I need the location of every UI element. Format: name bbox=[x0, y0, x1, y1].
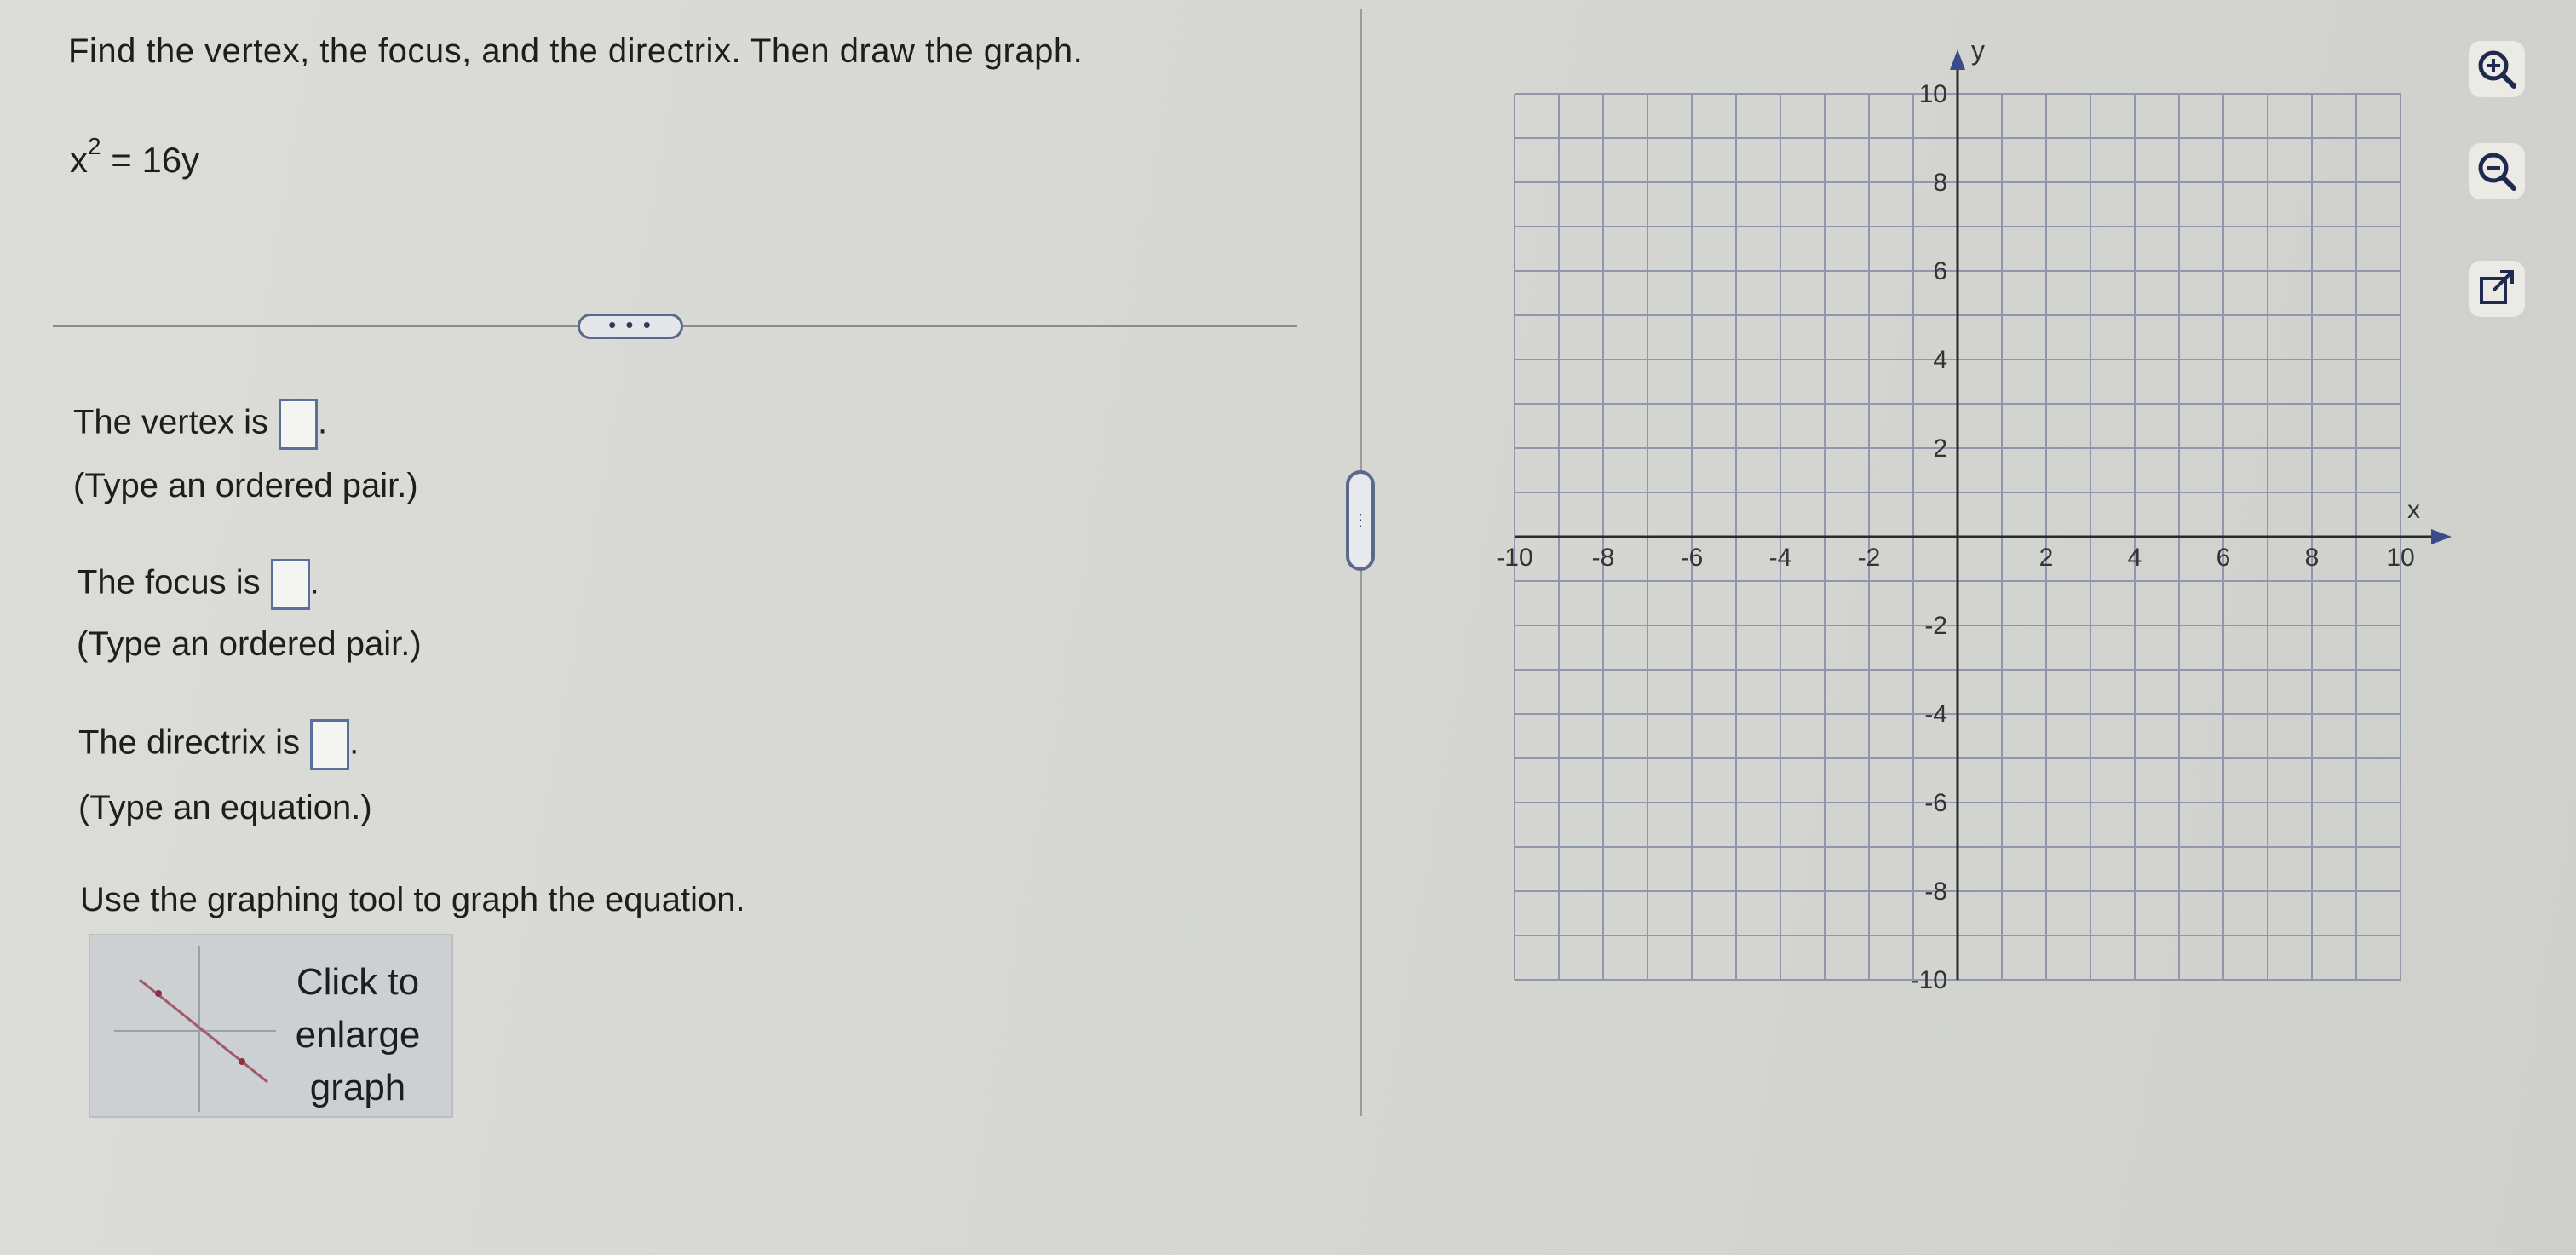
equation-base: x bbox=[70, 140, 88, 180]
problem-equation: x2 = 16y bbox=[70, 133, 200, 181]
thumbnail-line-3: graph bbox=[309, 1067, 406, 1108]
x-tick-label: -2 bbox=[1858, 544, 1881, 572]
x-tick-label: -4 bbox=[1769, 544, 1792, 572]
x-tick-label: 4 bbox=[2128, 544, 2142, 572]
y-tick-label: -6 bbox=[1924, 789, 1947, 817]
zoom-in-icon bbox=[2478, 50, 2516, 89]
thumbnail-line-2: enlarge bbox=[295, 1014, 421, 1056]
enlarge-graph-text[interactable]: Click to enlarge graph bbox=[281, 956, 434, 1114]
y-tick-label: 10 bbox=[1919, 80, 1947, 108]
focus-label: The focus is bbox=[77, 563, 261, 602]
x-tick-label: -10 bbox=[1496, 544, 1532, 572]
y-tick-label: 2 bbox=[1933, 435, 1947, 463]
more-options-button[interactable]: • • • bbox=[578, 314, 683, 339]
x-axis-arrow bbox=[2431, 529, 2452, 544]
x-axis-label: x bbox=[2407, 496, 2420, 524]
x-tick-labels: -10 -8 -6 -4 -2 2 4 6 8 10 bbox=[1496, 544, 2414, 572]
y-tick-label: 8 bbox=[1933, 169, 1947, 197]
x-tick-label: 8 bbox=[2305, 544, 2320, 572]
x-tick-label: 6 bbox=[2217, 544, 2231, 572]
y-tick-label: -8 bbox=[1924, 878, 1947, 906]
thumbnail-line-1: Click to bbox=[296, 961, 420, 1003]
zoom-out-button[interactable] bbox=[2469, 143, 2525, 199]
directrix-label: The directrix is bbox=[78, 723, 301, 762]
focus-hint: (Type an ordered pair.) bbox=[77, 625, 422, 663]
y-tick-label: -2 bbox=[1924, 612, 1947, 640]
y-tick-label: 6 bbox=[1933, 257, 1947, 285]
thumbnail-graph-icon bbox=[114, 946, 276, 1112]
focus-row: The focus is. bbox=[77, 559, 319, 610]
open-external-button[interactable] bbox=[2469, 261, 2525, 317]
directrix-hint: (Type an equation.) bbox=[78, 789, 372, 826]
vertex-period: . bbox=[317, 403, 328, 441]
y-tick-label: 4 bbox=[1933, 346, 1947, 374]
x-tick-label: -6 bbox=[1681, 544, 1704, 572]
y-axis-label: y bbox=[1971, 35, 1985, 66]
enlarge-graph-thumbnail[interactable]: Click to enlarge graph bbox=[89, 934, 453, 1118]
x-tick-label: 2 bbox=[2039, 544, 2054, 572]
zoom-in-button[interactable] bbox=[2469, 41, 2525, 97]
pane-splitter-handle[interactable]: ⋮ bbox=[1346, 470, 1375, 571]
directrix-answer-box[interactable] bbox=[310, 719, 350, 770]
y-tick-label: -10 bbox=[1911, 966, 1947, 994]
zoom-out-icon bbox=[2478, 153, 2516, 191]
x-tick-label: 10 bbox=[2386, 544, 2414, 572]
equation-rest: = 16y bbox=[101, 140, 200, 180]
y-tick-label: -4 bbox=[1924, 700, 1947, 728]
vertex-answer-box[interactable] bbox=[278, 399, 318, 450]
directrix-period: . bbox=[349, 723, 359, 762]
focus-period: . bbox=[309, 563, 319, 602]
equation-exponent: 2 bbox=[88, 133, 101, 159]
focus-answer-box[interactable] bbox=[270, 559, 310, 610]
vertex-row: The vertex is. bbox=[73, 399, 327, 450]
splitter-grip-icon: ⋮ bbox=[1352, 511, 1369, 530]
x-tick-label: -8 bbox=[1592, 544, 1615, 572]
coordinate-graph[interactable]: x y -10 -8 -6 -4 -2 2 4 6 8 10 10 8 6 4 2 -2 -4 -6 -8 -10 bbox=[1482, 26, 2462, 1005]
vertex-hint: (Type an ordered pair.) bbox=[73, 467, 418, 504]
y-axis-arrow bbox=[1950, 49, 1965, 70]
open-external-icon bbox=[2480, 270, 2514, 304]
directrix-row: The directrix is. bbox=[78, 719, 359, 770]
vertex-label: The vertex is bbox=[73, 403, 268, 441]
question-instruction: Find the vertex, the focus, and the dire… bbox=[68, 32, 1084, 70]
graph-instruction: Use the graphing tool to graph the equat… bbox=[80, 881, 745, 918]
